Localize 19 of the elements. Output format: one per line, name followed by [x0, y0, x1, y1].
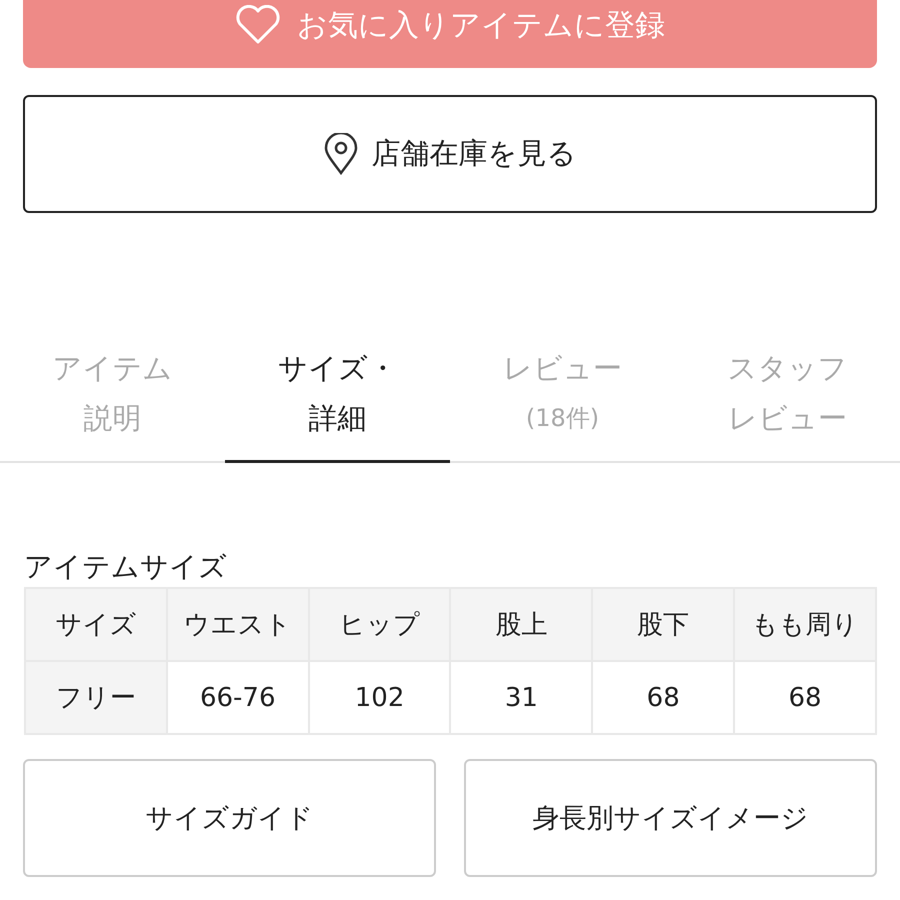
- table-cell: 31: [450, 661, 592, 734]
- header-cell: サイズ: [25, 588, 167, 661]
- location-pin-icon: [324, 133, 358, 175]
- header-cell: 股下: [592, 588, 734, 661]
- header-cell: ヒップ: [308, 588, 450, 661]
- header-cell: ウエスト: [166, 588, 309, 661]
- table-cell: 68: [734, 661, 876, 734]
- section-title: アイテムサイズ: [24, 549, 227, 585]
- size-button[interactable]: 身長別サイズイメージ: [464, 759, 877, 877]
- store-stock-button[interactable]: 店舗在庫を見る: [23, 95, 877, 213]
- size-button[interactable]: サイズガイド: [23, 759, 436, 877]
- header-cell: 股上: [450, 588, 592, 661]
- table-cell: フリー: [25, 661, 167, 734]
- header-cell: もも周り: [734, 588, 876, 661]
- table-cell: 66-76: [166, 661, 309, 734]
- table-cell: 68: [592, 661, 734, 734]
- table-cell: 102: [308, 661, 450, 734]
- heart-icon: [235, 5, 281, 45]
- tab[interactable]: サイズ・ 詳細: [225, 331, 450, 463]
